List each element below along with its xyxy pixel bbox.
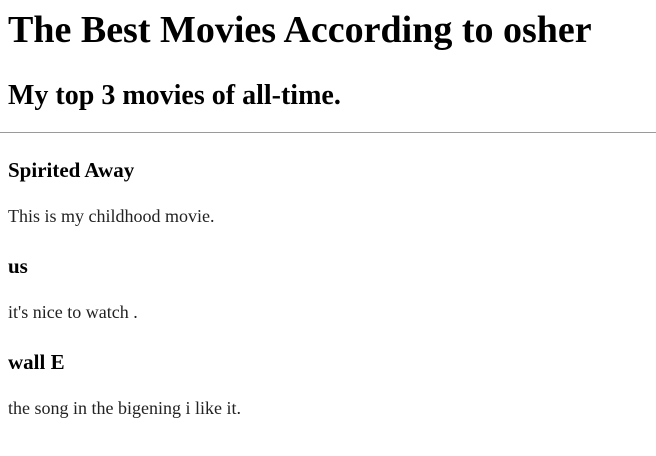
movie-item: wall E the song in the bigening i like i… — [8, 323, 656, 419]
movie-title: Spirited Away — [8, 158, 135, 182]
movie-title: us — [8, 254, 28, 278]
movie-item: us it's nice to watch . — [8, 227, 656, 323]
movie-item: Spirited Away This is my childhood movie… — [8, 133, 656, 227]
movie-description: This is my childhood movie. — [8, 206, 215, 226]
page-title: The Best Movies According to osher — [8, 9, 592, 51]
movie-list: Spirited Away This is my childhood movie… — [8, 133, 656, 419]
page-subtitle: My top 3 movies of all-time. — [8, 80, 341, 111]
movie-title: wall E — [8, 350, 65, 374]
movie-description: it's nice to watch . — [8, 302, 138, 322]
movie-description: the song in the bigening i like it. — [8, 398, 241, 418]
